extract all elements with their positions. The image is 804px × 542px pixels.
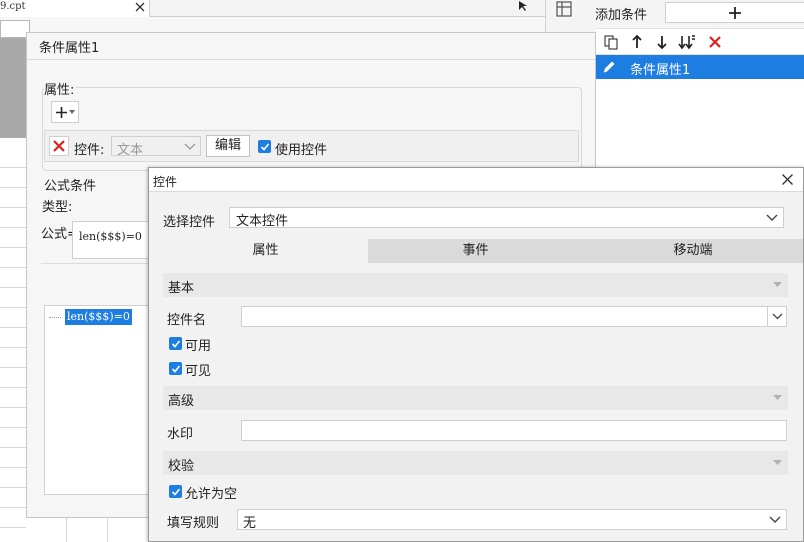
grid-icon[interactable] xyxy=(555,0,573,18)
formula-input[interactable]: len($$$)=0 xyxy=(72,221,152,259)
condition-tree: len($$$)=0 xyxy=(44,305,150,495)
watermark-label: 水印 xyxy=(167,427,194,442)
advanced-section-header[interactable]: 高级 xyxy=(163,386,788,410)
plus-icon xyxy=(729,6,741,19)
close-icon[interactable] xyxy=(781,173,794,186)
delete-property-button[interactable] xyxy=(49,136,69,156)
property-label: 属性: xyxy=(44,79,77,98)
list-item-label: 条件属性1 xyxy=(630,63,691,78)
control-select-value: 文本 xyxy=(117,143,144,158)
spreadsheet-grid xyxy=(0,148,26,542)
control-name-dropdown-button[interactable] xyxy=(767,306,787,327)
visible-label: 可见 xyxy=(185,364,212,379)
chevron-down-icon xyxy=(184,143,196,151)
control-label: 控件: xyxy=(74,143,105,158)
control-select[interactable]: 文本 xyxy=(111,136,201,158)
collapse-icon xyxy=(773,282,782,287)
type-label: 类型: xyxy=(42,200,73,215)
fill-rule-label: 填写规则 xyxy=(167,516,220,531)
tab-properties[interactable]: 属性 xyxy=(163,239,368,263)
control-property-row: 控件: 文本 编辑 使用控件 xyxy=(44,130,579,162)
pencil-icon xyxy=(598,57,620,77)
delete-icon[interactable] xyxy=(706,33,724,51)
add-condition-button[interactable] xyxy=(665,2,804,23)
tree-connector xyxy=(49,317,61,318)
use-control-checkbox[interactable] xyxy=(258,140,271,153)
chevron-down-icon xyxy=(69,110,75,114)
use-control-label: 使用控件 xyxy=(275,143,328,158)
collapse-icon xyxy=(773,395,782,400)
delete-icon xyxy=(53,140,65,152)
dialog-titlebar: 控件 xyxy=(149,168,803,192)
dialog-title: 控件 xyxy=(153,175,178,189)
close-icon[interactable] xyxy=(134,1,146,13)
check-icon xyxy=(171,364,180,373)
check-icon xyxy=(260,142,269,151)
collapse-icon xyxy=(773,460,782,465)
spreadsheet-grid xyxy=(26,516,150,542)
control-name-input[interactable] xyxy=(241,306,787,327)
chevron-down-icon xyxy=(772,313,782,320)
allow-empty-label: 允许为空 xyxy=(185,487,238,502)
allow-empty-checkbox[interactable] xyxy=(169,485,182,498)
fill-rule-value: 无 xyxy=(243,516,257,531)
fill-rule-select[interactable]: 无 xyxy=(237,509,787,531)
cursor-icon xyxy=(517,0,531,12)
control-dialog: 控件 选择控件 文本控件 属性 事件 移动端 基本 控件名 可用 可见 高级 水… xyxy=(148,167,804,542)
arrow-down-icon[interactable] xyxy=(653,33,671,51)
sort-down-icon[interactable] xyxy=(678,33,696,51)
check-icon xyxy=(171,339,180,348)
condition-toolbar xyxy=(596,28,804,54)
visible-checkbox[interactable] xyxy=(169,362,182,375)
copy-icon[interactable] xyxy=(602,33,620,51)
divider xyxy=(41,263,151,264)
tree-item[interactable]: len($$$)=0 xyxy=(65,309,132,325)
basic-section-header[interactable]: 基本 xyxy=(163,273,788,297)
editor-canvas-area xyxy=(0,38,26,138)
enabled-label: 可用 xyxy=(185,339,212,354)
validation-section-header[interactable]: 校验 xyxy=(163,451,788,475)
editor-tab[interactable]: 9.cpt xyxy=(0,0,150,17)
enabled-checkbox[interactable] xyxy=(169,337,182,350)
tab-mobile[interactable]: 移动端 xyxy=(583,239,803,263)
watermark-input[interactable] xyxy=(241,420,787,441)
check-icon xyxy=(171,487,180,496)
section-label: 高级 xyxy=(168,394,195,409)
tab-events[interactable]: 事件 xyxy=(368,239,583,263)
select-control-value: 文本控件 xyxy=(236,214,289,229)
dialog-title: 条件属性1 xyxy=(39,41,100,56)
chevron-down-icon xyxy=(766,214,778,222)
section-label: 基本 xyxy=(168,281,195,296)
editor-tab-title: 9.cpt xyxy=(0,1,26,12)
formula-value: len($$$)=0 xyxy=(79,230,142,243)
control-name-label: 控件名 xyxy=(167,313,207,328)
control-tabs: 属性 事件 移动端 xyxy=(163,239,803,263)
list-item[interactable]: 条件属性1 xyxy=(596,55,804,79)
formula-condition-label: 公式条件 xyxy=(44,179,97,194)
select-control-dropdown[interactable]: 文本控件 xyxy=(229,207,784,229)
arrow-up-icon[interactable] xyxy=(628,33,646,51)
add-property-button[interactable] xyxy=(51,101,79,123)
add-condition-label: 添加条件 xyxy=(595,8,648,23)
edit-button[interactable]: 编辑 xyxy=(206,135,250,157)
plus-icon xyxy=(56,106,67,118)
select-control-label: 选择控件 xyxy=(163,215,216,230)
chevron-down-icon xyxy=(769,516,781,524)
section-label: 校验 xyxy=(168,459,195,474)
divider xyxy=(27,59,595,60)
